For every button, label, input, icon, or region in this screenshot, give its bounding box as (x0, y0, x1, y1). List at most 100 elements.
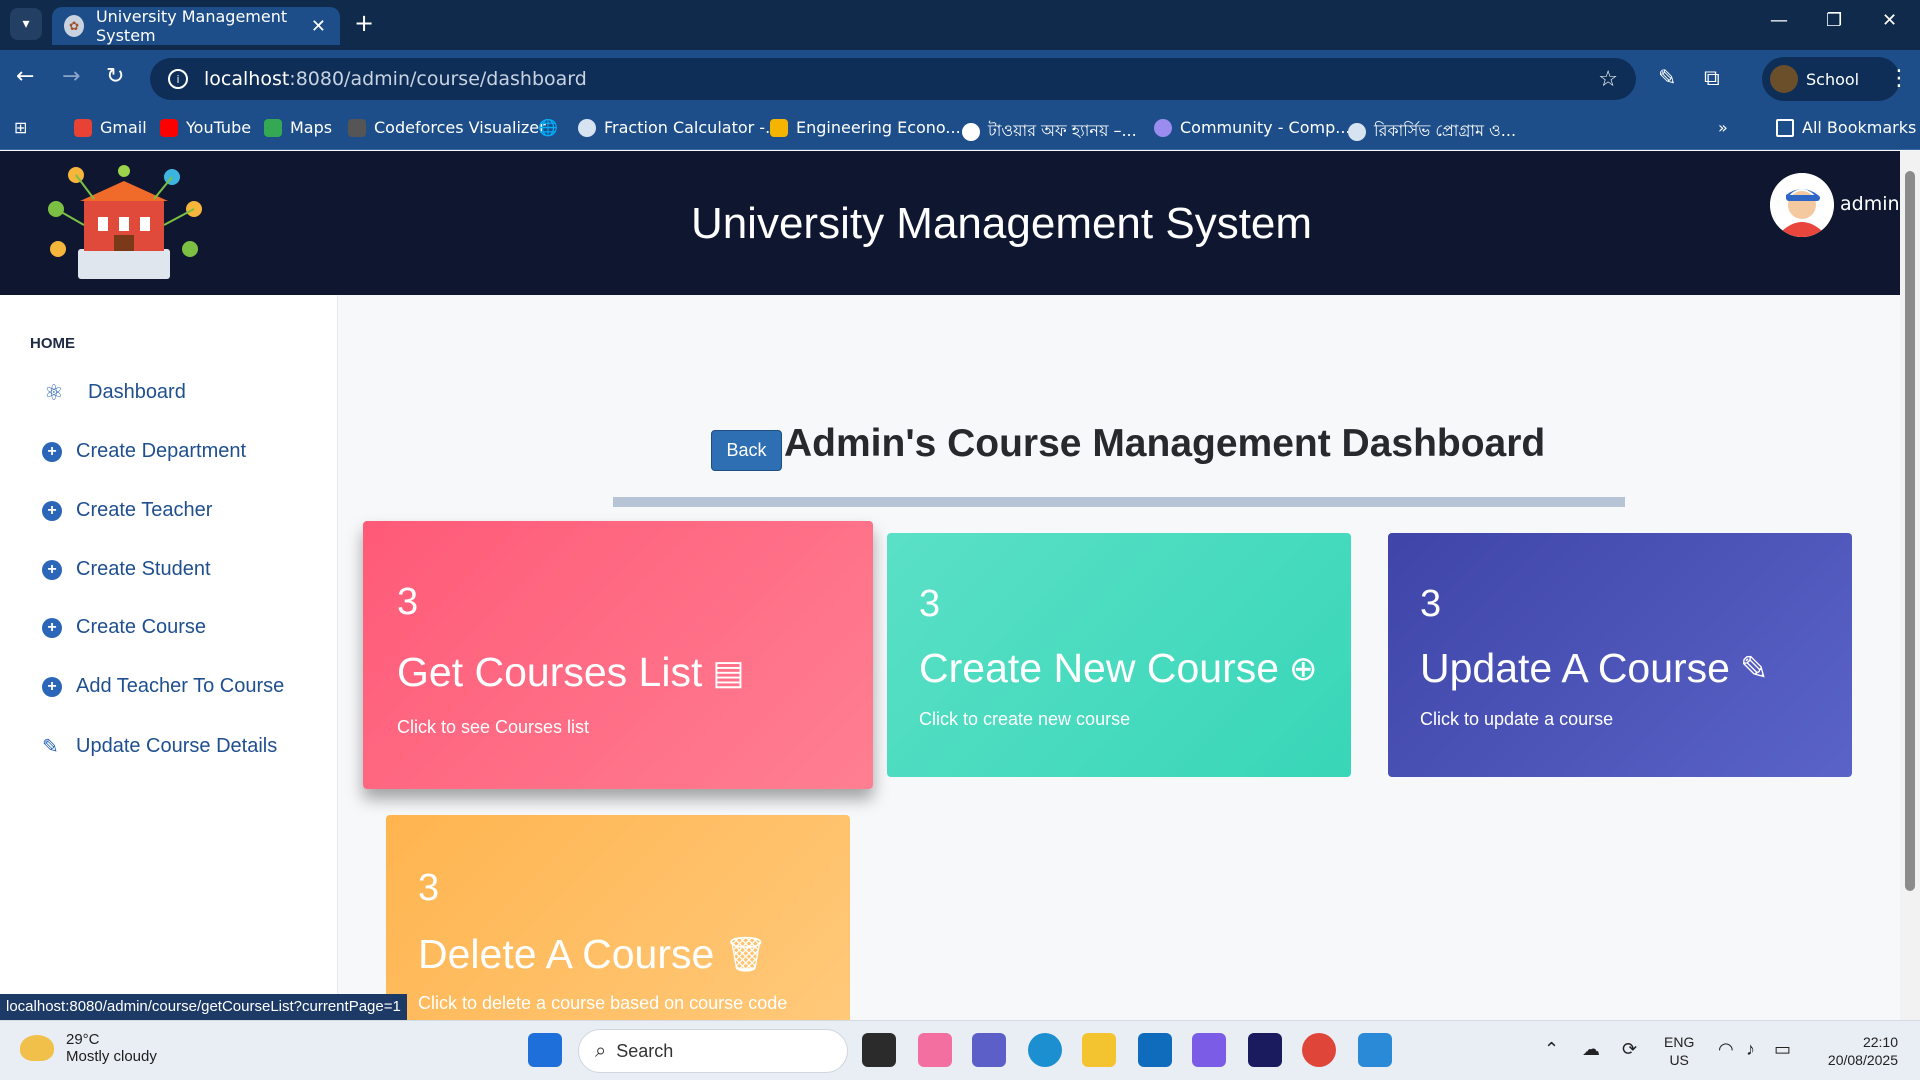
bookmark-fraction-calculator[interactable]: Fraction Calculator -... (578, 118, 780, 137)
card-count: 3 (397, 581, 419, 623)
bookmark-label: Community - Comp... (1180, 118, 1351, 137)
edge-icon[interactable] (1028, 1033, 1062, 1067)
back-button[interactable]: Back (711, 430, 782, 471)
tab-search-button[interactable]: ▾ (10, 8, 42, 40)
forward-arrow-icon[interactable]: → (62, 64, 80, 89)
lang-code: ENG (1664, 1034, 1695, 1050)
bookmark-label: Gmail (100, 118, 147, 137)
bookmark-maps[interactable]: Maps (264, 118, 332, 137)
plus-circle-icon: + (42, 559, 62, 580)
bookmark-tower-hanoi[interactable]: টাওয়ার অফ হ্যানয় –... (962, 118, 1137, 145)
bookmark-codeforces[interactable]: Codeforces Visualizer (348, 118, 546, 137)
windows-start-icon[interactable] (528, 1033, 562, 1067)
status-bar-url: localhost:8080/admin/course/getCourseLis… (0, 994, 407, 1020)
sidebar-item-create-teacher[interactable]: + Create Teacher (42, 499, 212, 522)
m365-icon[interactable] (1192, 1033, 1226, 1067)
system-clock[interactable]: 22:10 20/08/2025 (1812, 1033, 1898, 1069)
minimize-icon[interactable]: — (1770, 10, 1788, 31)
plus-circle-icon: ⊕ (1289, 649, 1318, 688)
card-title-text: Update A Course (1420, 645, 1730, 691)
back-arrow-icon[interactable]: ← (16, 64, 34, 89)
plus-circle-icon: + (42, 617, 62, 638)
sidebar-item-add-teacher-to-course[interactable]: + Add Teacher To Course (42, 675, 284, 698)
close-window-icon[interactable]: ✕ (1882, 10, 1897, 31)
wifi-icon[interactable]: ◠ (1718, 1039, 1734, 1060)
outlook-icon[interactable] (1138, 1033, 1172, 1067)
site-favicon-icon: ✿ (64, 15, 84, 37)
file-explorer-icon[interactable] (1082, 1033, 1116, 1067)
sidebar-item-label: Create Department (76, 440, 247, 462)
sidebar-item-create-student[interactable]: + Create Student (42, 558, 211, 581)
cfv-icon (348, 118, 366, 137)
title-divider (613, 497, 1625, 507)
browser-toolbar: ← → ↻ i localhost:8080/admin/course/dash… (0, 50, 1920, 108)
bookmark-community[interactable]: Community - Comp... (1154, 118, 1351, 137)
taskbar-search[interactable]: ⌕ Search (578, 1029, 848, 1073)
globe-icon[interactable]: 🌐 (538, 118, 558, 137)
extensions-icon[interactable]: ⧉ (1704, 66, 1720, 91)
url-host: localhost (204, 68, 290, 90)
card-count: 3 (418, 867, 440, 909)
restore-icon[interactable]: ❐ (1826, 10, 1842, 31)
url-path: :8080/admin/course/dashboard (289, 68, 587, 90)
onedrive-icon[interactable]: ☁ (1582, 1039, 1600, 1060)
reload-icon[interactable]: ↻ (106, 64, 124, 89)
profile-name: School (1806, 69, 1860, 89)
page-header: University Management System admin (0, 151, 1900, 295)
eyedropper-icon[interactable]: ✎ (1658, 66, 1676, 91)
search-icon: ⌕ (595, 1039, 607, 1062)
card-delete-course[interactable]: 3 Delete A Course 🗑 Click to delete a co… (386, 815, 850, 1021)
globe-icon (578, 118, 596, 137)
active-tab[interactable]: ✿ University Management System ✕ (52, 7, 340, 45)
weather-widget[interactable]: 29°C Mostly cloudy (20, 1031, 157, 1065)
scrollbar-thumb[interactable] (1905, 171, 1915, 891)
copilot-icon[interactable] (918, 1033, 952, 1067)
more-bookmarks-icon[interactable]: » (1718, 118, 1728, 137)
address-bar[interactable]: i localhost:8080/admin/course/dashboard … (150, 58, 1636, 100)
new-tab-icon[interactable]: + (354, 9, 374, 37)
sync-icon[interactable]: ⟳ (1622, 1039, 1637, 1060)
plus-circle-icon: + (42, 441, 62, 462)
language-indicator[interactable]: ENG US (1664, 1033, 1694, 1069)
bookmark-star-icon[interactable]: ☆ (1598, 67, 1618, 92)
card-update-course[interactable]: 3 Update A Course ✎ Click to update a co… (1388, 533, 1852, 777)
youtube-icon (160, 118, 178, 137)
plus-circle-icon: + (42, 500, 62, 521)
card-get-courses-list[interactable]: 3 Get Courses List ▤ Click to see Course… (363, 521, 873, 789)
battery-icon[interactable]: ▭ (1774, 1039, 1791, 1060)
all-bookmarks[interactable]: All Bookmarks (1776, 118, 1916, 137)
volume-icon[interactable]: ♪ (1746, 1039, 1755, 1060)
cloud-sun-icon (20, 1035, 54, 1061)
teams-icon[interactable] (972, 1033, 1006, 1067)
sidebar-item-update-course-details[interactable]: ✎ Update Course Details (42, 734, 277, 759)
bookmark-engineering[interactable]: Engineering Econo... (770, 118, 961, 137)
sidebar-item-create-department[interactable]: + Create Department (42, 440, 246, 463)
card-create-new-course[interactable]: 3 Create New Course ⊕ Click to create ne… (887, 533, 1351, 777)
show-hidden-icons-icon[interactable]: ⌃ (1544, 1039, 1559, 1060)
sidebar-item-create-course[interactable]: + Create Course (42, 616, 206, 639)
admin-avatar[interactable] (1770, 173, 1834, 237)
lang-region: US (1669, 1052, 1689, 1068)
weather-temp: 29°C (66, 1031, 100, 1048)
plus-circle-icon: + (42, 676, 62, 697)
site-info-icon[interactable]: i (168, 69, 188, 89)
task-view-icon[interactable] (862, 1033, 896, 1067)
more-menu-icon[interactable]: ⋮ (1888, 66, 1910, 91)
sidebar-item-dashboard[interactable]: ⚛ Dashboard (44, 381, 186, 404)
chrome-icon[interactable] (1302, 1033, 1336, 1067)
profile-button[interactable]: School (1762, 57, 1900, 101)
close-tab-icon[interactable]: ✕ (311, 16, 326, 37)
photos-icon[interactable] (1358, 1033, 1392, 1067)
bookmark-youtube[interactable]: YouTube (160, 118, 251, 137)
page-scrollbar[interactable] (1900, 151, 1920, 1020)
wordpress-icon (962, 122, 980, 141)
folder-icon (1776, 118, 1794, 137)
bookmark-label: Fraction Calculator -... (604, 118, 781, 137)
maps-icon (264, 118, 282, 137)
intellij-icon[interactable] (1248, 1033, 1282, 1067)
edit-icon: ✎ (42, 736, 59, 758)
gmail-icon (74, 118, 92, 137)
bookmark-recursive[interactable]: রিকার্সিভ প্রোগ্রাম ও... (1348, 118, 1516, 145)
apps-grid-icon[interactable]: ⊞ (14, 118, 27, 137)
bookmark-gmail[interactable]: Gmail (74, 118, 147, 137)
